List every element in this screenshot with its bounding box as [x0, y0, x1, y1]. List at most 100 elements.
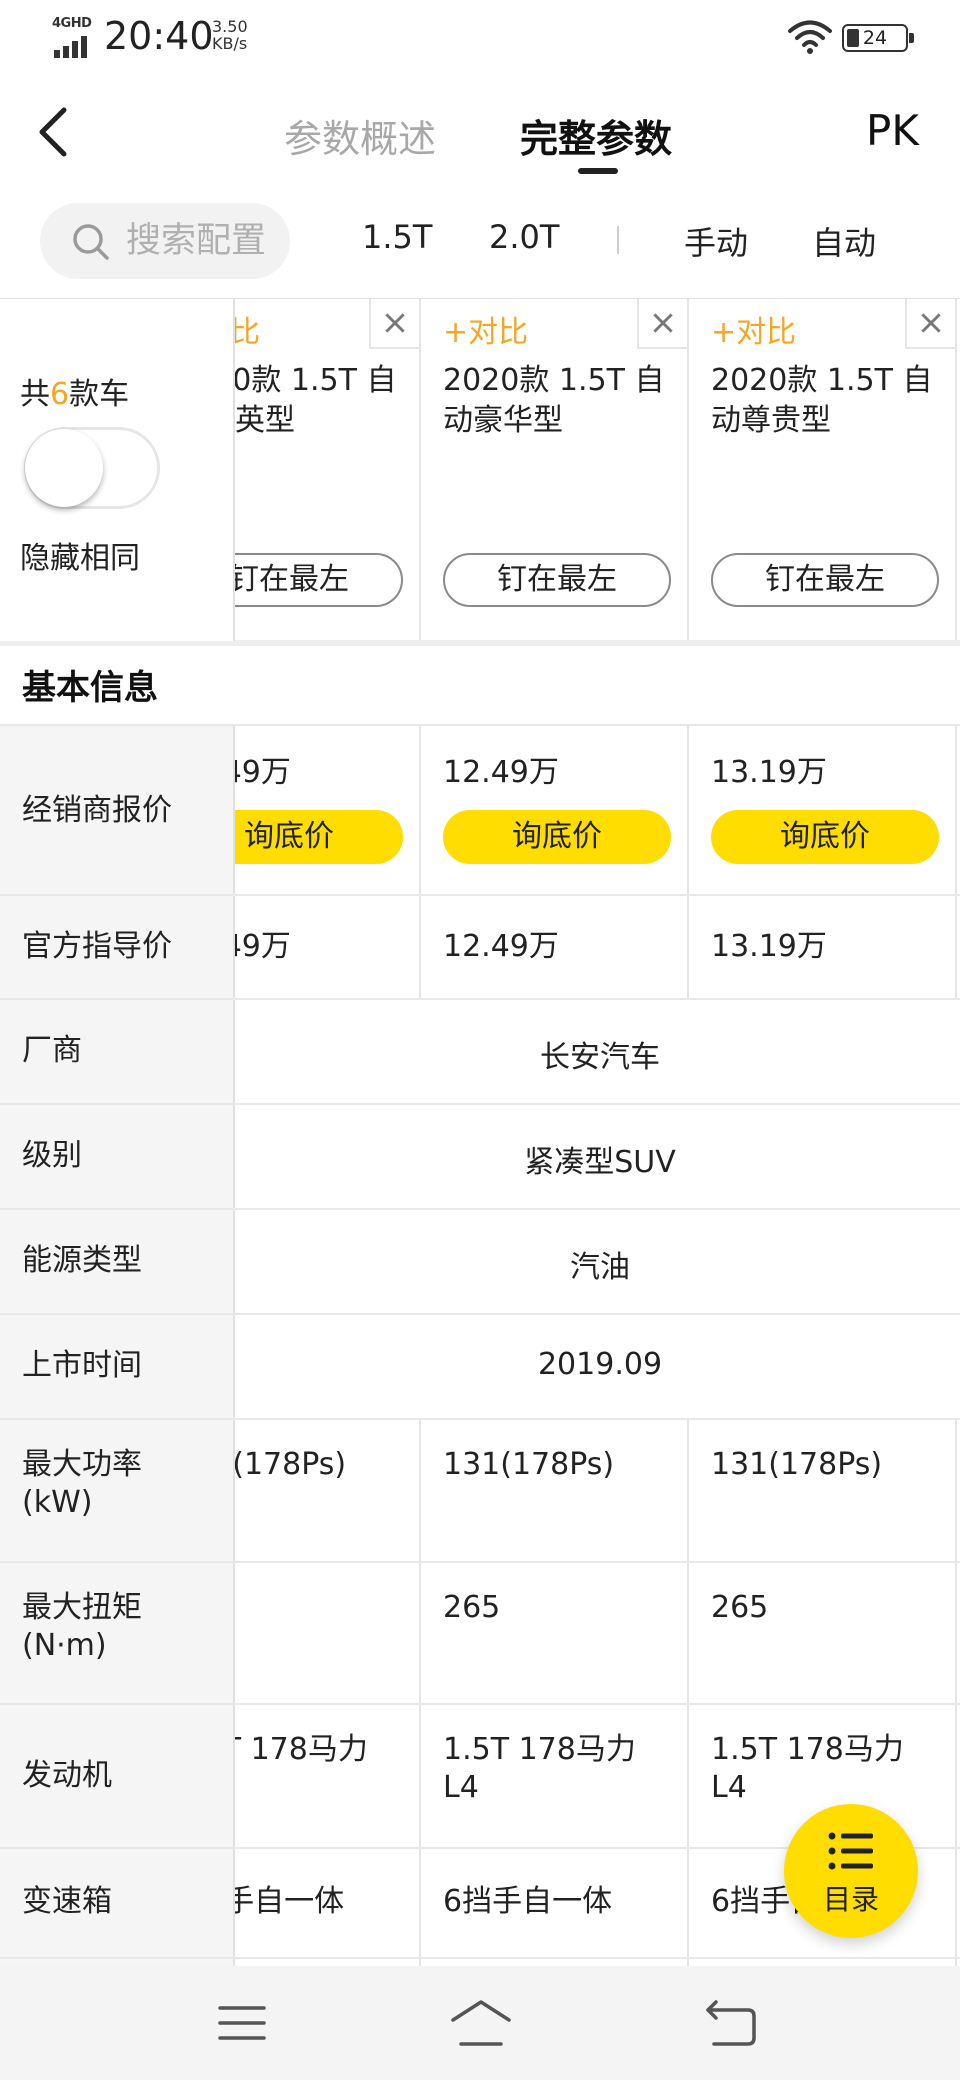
header: 参数概述 完整参数 PK: [0, 80, 960, 190]
clock: 20:40: [104, 14, 214, 58]
ask-price-button[interactable]: 询底价: [443, 810, 671, 864]
filter-2-0t[interactable]: 2.0T: [489, 218, 559, 256]
row-label-text: 最大扭矩: [22, 1590, 142, 1625]
row-label: 级别: [0, 1105, 235, 1208]
section-title: 基本信息: [22, 668, 158, 708]
merged-cell: 2019.09: [235, 1315, 960, 1418]
row-label: 厂商: [0, 1000, 235, 1103]
tab-overview[interactable]: 参数概述: [284, 108, 436, 163]
compare-controls: 共6款车 隐藏相同: [0, 299, 235, 641]
table-cell: 13.19万 询底价: [691, 726, 957, 894]
filter-divider: [617, 226, 619, 254]
table-cell: 12.49万 询底价: [423, 726, 689, 894]
table-cell: 1.5T 178马力 L4: [423, 1705, 689, 1847]
table-row: 经销商报价 12.49万 询底价 12.49万 询底价 13.19万 询底价: [0, 724, 960, 894]
back-button[interactable]: [30, 102, 80, 162]
row-label-text: 能源类型: [22, 1243, 142, 1278]
car-count: 共6款车: [20, 369, 129, 413]
wifi-icon: [788, 20, 832, 54]
back-icon[interactable]: [702, 1996, 762, 2050]
cell-value: 6挡手自一体: [443, 1884, 613, 1919]
system-nav-bar: [0, 1966, 960, 2080]
pin-left-button[interactable]: 钉在最左: [711, 553, 939, 607]
ask-price-button[interactable]: 询底价: [711, 810, 939, 864]
search-input[interactable]: [126, 217, 286, 265]
row-label-text: 上市时间: [22, 1348, 142, 1383]
list-icon: [828, 1832, 873, 1870]
cell-value: 265: [443, 1590, 501, 1625]
cell-value: 131(178Ps): [711, 1447, 883, 1482]
cell-value: 长安汽车: [540, 1040, 660, 1075]
hide-same-label: 隐藏相同: [20, 541, 140, 576]
car-count-number: 6: [50, 377, 70, 412]
table-row: 厂商 长安汽车: [0, 998, 960, 1103]
catalog-fab[interactable]: 目录: [784, 1804, 918, 1938]
table-cell: 265: [423, 1563, 689, 1703]
row-label-text: 厂商: [22, 1033, 82, 1068]
row-label-text: 最大功率: [22, 1447, 142, 1482]
row-label-text: 经销商报价: [22, 793, 172, 828]
cell-value: 12.49万: [443, 755, 559, 790]
cell-value: 紧凑型SUV: [524, 1145, 676, 1180]
filter-1-5t[interactable]: 1.5T: [362, 218, 432, 256]
table-row: 能源类型 汽油: [0, 1208, 960, 1313]
row-label: 发动机: [0, 1705, 235, 1847]
table-cell: 6挡手自一体: [423, 1849, 689, 1957]
merged-cell: 紧凑型SUV: [235, 1105, 960, 1208]
pk-button[interactable]: PK: [866, 106, 919, 155]
cell-value: 13.19万: [711, 929, 827, 964]
speed-unit: KB/s: [212, 34, 248, 53]
row-label-unit: (N·m): [22, 1628, 107, 1663]
close-icon[interactable]: [369, 299, 419, 349]
status-bar: 4GHD 20:40 3.50 KB/s 24: [0, 0, 960, 72]
row-label-text: 级别: [22, 1138, 82, 1173]
row-label: 最大功率 (kW): [0, 1420, 235, 1561]
car-name: 2020款 1.5T 自动豪华型: [443, 363, 665, 438]
network-label: 4GHD: [52, 16, 92, 31]
add-compare-button[interactable]: +对比: [711, 307, 796, 351]
row-label: 上市时间: [0, 1315, 235, 1418]
row-label: 官方指导价: [0, 896, 235, 998]
row-label: 最大扭矩 (N·m): [0, 1563, 235, 1703]
close-icon[interactable]: [905, 299, 955, 349]
row-label-text: 变速箱: [22, 1884, 112, 1919]
search-icon: [73, 224, 109, 260]
tab-full-params[interactable]: 完整参数: [520, 108, 672, 163]
table-row: 最大扭矩 (N·m) 265 265 265: [0, 1561, 960, 1703]
cell-value: 12.49万: [443, 929, 559, 964]
network-speed: 3.50 KB/s: [212, 18, 248, 52]
add-compare-button[interactable]: +对比: [443, 307, 528, 351]
table-cell: 265: [691, 1563, 957, 1703]
car-name: 2020款 1.5T 自动尊贵型: [711, 363, 933, 438]
cell-value: 汽油: [570, 1250, 630, 1285]
cell-value: 265: [711, 1590, 769, 1625]
hide-same-toggle[interactable]: [24, 427, 160, 509]
cell-value: 1.5T 178马力 L4: [443, 1732, 636, 1805]
car-count-prefix: 共: [20, 377, 50, 412]
cell-value: 1.5T 178马力 L4: [711, 1732, 904, 1805]
car-column-3: +对比 2020款 1.5T 自动尊贵型 钉在最左: [691, 299, 957, 641]
filter-manual[interactable]: 手动: [684, 218, 748, 264]
car-column-2: +对比 2020款 1.5T 自动豪华型 钉在最左: [423, 299, 689, 641]
home-icon[interactable]: [449, 1996, 513, 2050]
row-label-text: 官方指导价: [22, 929, 172, 964]
table-row: 官方指导价 12.49万 12.49万 13.19万: [0, 894, 960, 998]
table-cell: 131(178Ps): [423, 1420, 689, 1561]
speed-value: 3.50: [212, 17, 248, 36]
table-row: 上市时间 2019.09: [0, 1313, 960, 1418]
search-box[interactable]: [40, 203, 290, 279]
table-row: 最大功率 (kW) 131(178Ps) 131(178Ps) 131(178P…: [0, 1418, 960, 1561]
merged-cell: 长安汽车: [235, 1000, 960, 1103]
battery-level: 24: [862, 27, 888, 49]
row-label: 能源类型: [0, 1210, 235, 1313]
close-icon[interactable]: [637, 299, 687, 349]
filter-auto[interactable]: 自动: [812, 218, 876, 264]
menu-icon[interactable]: [212, 1996, 272, 2050]
fab-label: 目录: [822, 1883, 879, 1916]
merged-cell: 汽油: [235, 1210, 960, 1313]
table-row: 级别 紧凑型SUV: [0, 1103, 960, 1208]
table-cell: 13.19万: [691, 896, 957, 998]
filter-row: 1.5T 2.0T 手动 自动: [0, 200, 960, 284]
car-count-suffix: 款车: [69, 377, 130, 412]
pin-left-button[interactable]: 钉在最左: [443, 553, 671, 607]
